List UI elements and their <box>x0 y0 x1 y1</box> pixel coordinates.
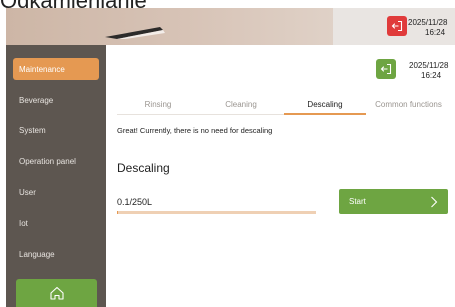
exit-icon <box>380 63 392 75</box>
header-date: 2025/11/28 <box>408 18 448 27</box>
tab-label: Common functions <box>375 99 442 109</box>
descaling-progress-fill <box>117 211 118 214</box>
sidebar-item-label: Iot <box>19 218 28 228</box>
chevron-right-icon <box>431 196 438 207</box>
panel-datetime: 2025/11/28 16:24 <box>398 61 455 81</box>
sidebar-item-iot[interactable]: Iot <box>13 212 99 234</box>
sidebar-item-label: Beverage <box>19 95 54 105</box>
active-tab-indicator <box>284 113 366 115</box>
home-button[interactable] <box>16 279 97 307</box>
header-time: 16:24 <box>425 28 446 37</box>
tab-descaling[interactable]: Descaling <box>284 93 366 115</box>
tab-label: Descaling <box>307 99 343 109</box>
home-icon <box>49 286 64 300</box>
header-exit-button[interactable] <box>387 16 407 36</box>
panel-exit-button[interactable] <box>376 59 396 79</box>
start-button-label: Start <box>349 197 366 206</box>
sidebar-item-operation-panel[interactable]: Operation panel <box>13 150 99 172</box>
exit-icon <box>391 20 403 32</box>
sidebar-item-system[interactable]: System <box>13 119 99 141</box>
sidebar-item-beverage[interactable]: Beverage <box>13 89 99 111</box>
sidebar-item-label: Maintenance <box>19 64 65 74</box>
tab-rinsing[interactable]: Rinsing <box>117 93 199 115</box>
sidebar: Maintenance Beverage System Operation pa… <box>6 45 106 307</box>
sidebar-item-label: Language <box>19 249 55 259</box>
tab-label: Cleaning <box>225 99 257 109</box>
sidebar-item-maintenance[interactable]: Maintenance <box>13 58 99 80</box>
sidebar-item-label: Operation panel <box>19 156 76 166</box>
banner-graphic <box>105 27 165 39</box>
panel-date: 2025/11/28 <box>409 61 449 70</box>
sidebar-item-label: User <box>19 187 36 197</box>
descaling-progress-bar <box>117 211 316 214</box>
section-title: Descaling <box>117 161 170 175</box>
main-panel <box>106 45 455 307</box>
sidebar-item-user[interactable]: User <box>13 181 99 203</box>
tab-common-functions[interactable]: Common functions <box>366 93 451 115</box>
sidebar-item-language[interactable]: Language <box>13 243 99 265</box>
tab-label: Rinsing <box>144 99 172 109</box>
start-button[interactable]: Start <box>339 189 448 214</box>
descaling-progress-value: 0.1/250L <box>117 197 153 207</box>
descaling-notice: Great! Currently, there is no need for d… <box>117 126 273 135</box>
header-datetime: 2025/11/28 16:24 <box>408 18 455 38</box>
sidebar-item-label: System <box>19 125 46 135</box>
tab-cleaning[interactable]: Cleaning <box>200 93 282 115</box>
panel-time: 16:24 <box>421 71 442 80</box>
